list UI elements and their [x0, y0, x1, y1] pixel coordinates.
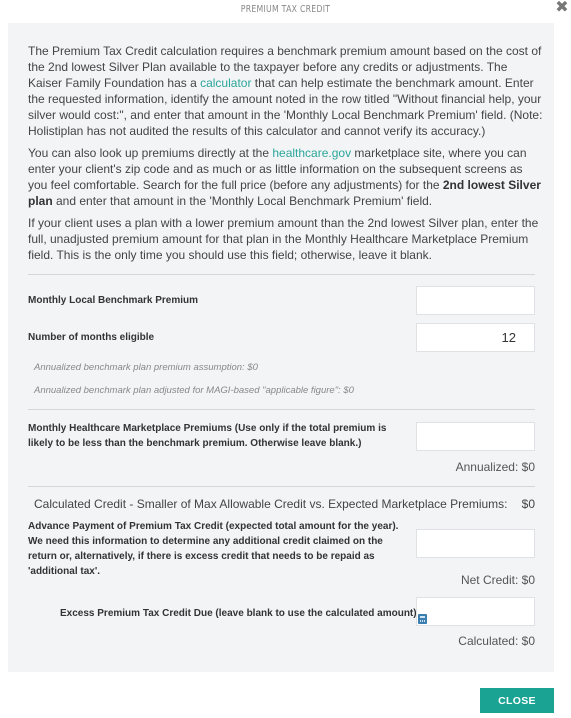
advance-payment-input[interactable]: [416, 529, 535, 558]
intro-text: The Premium Tax Credit calculation requi…: [28, 43, 543, 269]
annualized-magi-note: Annualized benchmark plan adjusted for M…: [34, 385, 354, 396]
excess-credit-label: Excess Premium Tax Credit Due (leave bla…: [60, 608, 420, 619]
modal-title: PREMIUM TAX CREDIT: [240, 4, 331, 15]
annualized-value: Annualized: $0: [455, 460, 535, 474]
calculated-credit-row: Calculated Credit - Smaller of Max Allow…: [34, 497, 535, 511]
intro-paragraph-1: The Premium Tax Credit calculation requi…: [28, 43, 543, 139]
benchmark-input[interactable]: [416, 286, 535, 315]
content-panel: The Premium Tax Credit calculation requi…: [8, 23, 554, 672]
months-label: Number of months eligible: [28, 332, 155, 343]
intro-paragraph-2: You can also look up premiums directly a…: [28, 145, 543, 209]
intro-p2-text-c: and enter that amount in the 'Monthly Lo…: [52, 194, 433, 208]
calculated-credit-label: Calculated Credit - Smaller of Max Allow…: [34, 497, 508, 511]
calculator-icon[interactable]: [418, 614, 427, 624]
advance-payment-label: Advance Payment of Premium Tax Credit (e…: [28, 521, 399, 577]
net-credit-value: Net Credit: $0: [460, 573, 535, 587]
marketplace-label: Monthly Healthcare Marketplace Premiums …: [28, 423, 387, 449]
healthcare-gov-link[interactable]: healthcare.gov: [272, 146, 351, 160]
close-button[interactable]: CLOSE: [480, 688, 554, 713]
divider: [28, 274, 535, 275]
calculated-credit-value: $0: [521, 497, 535, 511]
intro-p2-text-a: You can also look up premiums directly a…: [28, 146, 273, 160]
excess-credit-input[interactable]: [416, 597, 535, 626]
months-input[interactable]: [416, 323, 535, 352]
calculated-value: Calculated: $0: [458, 634, 535, 648]
intro-paragraph-3: If your client uses a plan with a lower …: [28, 216, 539, 262]
divider: [28, 486, 535, 487]
annualized-assumption-note: Annualized benchmark plan premium assump…: [34, 362, 258, 373]
calculator-link[interactable]: calculator: [200, 76, 251, 90]
marketplace-input[interactable]: [416, 422, 535, 451]
close-x-icon[interactable]: ✖: [554, 0, 570, 16]
benchmark-label: Monthly Local Benchmark Premium: [28, 295, 199, 306]
divider: [28, 409, 535, 410]
